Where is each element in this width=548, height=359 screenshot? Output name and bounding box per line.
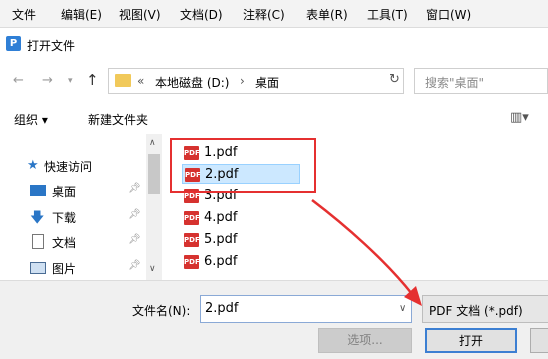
menu-file[interactable]: 文件 bbox=[12, 6, 36, 23]
dialog-title: 打开文件 bbox=[27, 39, 76, 53]
pdf-file-icon: PDF bbox=[184, 211, 200, 225]
menu-comment[interactable]: 注释(C) bbox=[243, 6, 285, 23]
refresh-icon[interactable]: ↻ bbox=[389, 72, 400, 87]
star-icon: ★ bbox=[27, 158, 39, 173]
dialog-toolbar: 组织 ▾ 新建文件夹 ▥▾ bbox=[0, 102, 548, 134]
scroll-down-icon[interactable]: ∨ bbox=[149, 264, 156, 274]
navpane-scrollbar[interactable]: ∧ ∨ bbox=[146, 134, 162, 280]
menu-edit[interactable]: 编辑(E) bbox=[61, 6, 102, 23]
sidebar-item-label: 下载 bbox=[52, 211, 77, 225]
download-icon: 🡇 bbox=[30, 210, 45, 226]
cancel-button[interactable] bbox=[530, 328, 548, 353]
breadcrumb-drive[interactable]: 本地磁盘 (D:) bbox=[155, 74, 229, 91]
file-item-5[interactable]: PDF 5.pdf bbox=[182, 230, 300, 250]
file-name: 5.pdf bbox=[204, 232, 238, 247]
pin-icon[interactable]: 📌︎ bbox=[128, 260, 141, 271]
file-name: 6.pdf bbox=[204, 254, 238, 269]
quick-access-label: 快速访问 bbox=[44, 160, 93, 174]
app-logo-icon: P bbox=[6, 36, 21, 51]
menu-document[interactable]: 文档(D) bbox=[180, 6, 223, 23]
dialog-footer: 文件名(N): 2.pdf ∨ PDF 文档 (*.pdf) 选项... 打开 bbox=[0, 280, 548, 359]
sidebar-item-label: 桌面 bbox=[52, 185, 77, 199]
view-options-icon[interactable]: ▥▾ bbox=[510, 110, 529, 125]
desktop-icon bbox=[30, 185, 46, 196]
address-bar[interactable]: « 本地磁盘 (D:) › 桌面 bbox=[108, 68, 404, 94]
new-folder-button[interactable]: 新建文件夹 bbox=[88, 111, 148, 128]
menu-view[interactable]: 视图(V) bbox=[119, 6, 161, 23]
file-item-6[interactable]: PDF 6.pdf bbox=[182, 252, 300, 272]
filename-dropdown-icon[interactable]: ∨ bbox=[399, 303, 406, 314]
breadcrumb-desktop[interactable]: 桌面 bbox=[255, 74, 279, 91]
pin-icon[interactable]: 📌︎ bbox=[128, 183, 141, 194]
document-icon bbox=[32, 234, 44, 249]
filename-value: 2.pdf bbox=[205, 301, 239, 316]
pdf-file-icon: PDF bbox=[184, 255, 200, 269]
sidebar-item-label: 图片 bbox=[52, 262, 77, 276]
breadcrumb-separator: › bbox=[240, 74, 245, 88]
file-name: 4.pdf bbox=[204, 210, 238, 225]
back-arrow-icon[interactable]: ← bbox=[13, 73, 24, 88]
folder-icon bbox=[115, 74, 131, 87]
annotation-highlight-box bbox=[170, 138, 316, 193]
filename-input[interactable]: 2.pdf ∨ bbox=[200, 295, 412, 323]
forward-arrow-icon[interactable]: → bbox=[42, 73, 53, 88]
address-row: ← → ▾ ↑ « 本地磁盘 (D:) › 桌面 ∨ ↻ 搜索"桌面" bbox=[0, 60, 548, 102]
organize-button[interactable]: 组织 ▾ bbox=[14, 111, 48, 128]
picture-icon bbox=[30, 262, 46, 274]
pin-icon[interactable]: 📌︎ bbox=[128, 234, 141, 245]
open-button[interactable]: 打开 bbox=[425, 328, 517, 353]
recent-dropdown-icon[interactable]: ▾ bbox=[68, 76, 73, 86]
pin-icon[interactable]: 📌︎ bbox=[128, 209, 141, 220]
options-button[interactable]: 选项... bbox=[318, 328, 412, 353]
app-menubar: 文件 编辑(E) 视图(V) 文档(D) 注释(C) 表单(R) 工具(T) 窗… bbox=[0, 0, 548, 28]
breadcrumb-overflow[interactable]: « bbox=[137, 74, 144, 88]
up-arrow-icon[interactable]: ↑ bbox=[86, 71, 99, 89]
filetype-value: PDF 文档 (*.pdf) bbox=[429, 304, 523, 318]
search-input[interactable]: 搜索"桌面" bbox=[414, 68, 548, 94]
menu-form[interactable]: 表单(R) bbox=[306, 6, 348, 23]
search-placeholder: 搜索"桌面" bbox=[425, 76, 485, 90]
menu-tools[interactable]: 工具(T) bbox=[367, 6, 408, 23]
navigation-pane: ★ 快速访问 桌面 📌︎ 🡇 下载 📌︎ 文档 📌︎ 图片 📌︎ bbox=[0, 134, 162, 280]
pdf-file-icon: PDF bbox=[184, 233, 200, 247]
file-item-4[interactable]: PDF 4.pdf bbox=[182, 208, 300, 228]
dialog-titlebar: P 打开文件 bbox=[0, 28, 548, 60]
scroll-up-icon[interactable]: ∧ bbox=[149, 138, 156, 148]
sidebar-item-label: 文档 bbox=[52, 236, 77, 250]
filetype-select[interactable]: PDF 文档 (*.pdf) bbox=[422, 295, 548, 323]
filename-label: 文件名(N): bbox=[132, 304, 191, 318]
scrollbar-thumb[interactable] bbox=[148, 154, 160, 194]
menu-window[interactable]: 窗口(W) bbox=[426, 6, 471, 23]
